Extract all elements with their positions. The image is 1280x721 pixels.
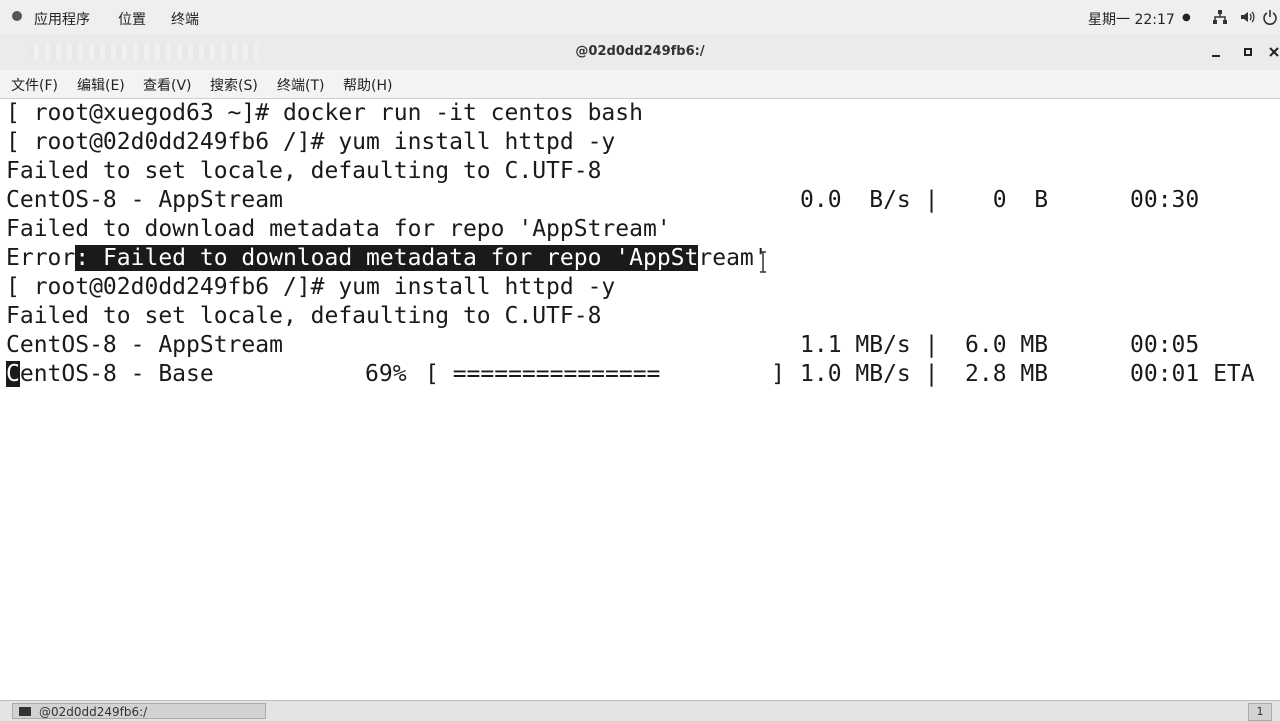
repo-time: 00:30 <box>1130 187 1200 213</box>
repo-size-2: 6.0 MB <box>965 332 1049 358</box>
status-dot: ● <box>1182 12 1191 23</box>
terminal-menu-bar: 文件(F) 编辑(E) 查看(V) 搜索(S) 终端(T) 帮助(H) <box>0 70 1280 99</box>
power-icon[interactable] <box>1262 9 1278 25</box>
volume-icon[interactable] <box>1239 9 1255 25</box>
menu-search[interactable]: 搜索(S) <box>210 75 258 95</box>
repo-speed-3: 1.0 MB/s | <box>800 361 939 387</box>
repo-name-appstream: CentOS-8 - AppStream <box>6 187 283 213</box>
repo-speed: 0.0 B/s | <box>800 187 939 213</box>
terminal-line-error: Error: Failed to download metadata for r… <box>6 244 768 273</box>
repo-name-appstream-2: CentOS-8 - AppStream <box>6 332 283 358</box>
workspace-pager[interactable]: 1 <box>1248 703 1272 721</box>
repo-size-3: 2.8 MB <box>965 361 1049 387</box>
applications-icon[interactable] <box>12 11 22 21</box>
repo-name-base-rest: entOS-8 - Base <box>19 361 214 387</box>
window-title: @02d0dd249fb6:/ <box>575 44 705 59</box>
download-progress-bar: [ =============== ] <box>425 361 786 387</box>
terminal-icon <box>19 707 31 716</box>
selected-text[interactable]: : Failed to download metadata for repo '… <box>75 245 699 271</box>
terminal-line-locale2: Failed to set locale, defaulting to C.UT… <box>6 303 602 329</box>
terminal-line-cmd2: [ root@02d0dd249fb6 /]# yum install http… <box>6 129 616 155</box>
menu-terminal[interactable]: 终端(T) <box>277 75 324 95</box>
terminal-output[interactable]: [ root@xuegod63 ~]# docker run -it cento… <box>0 99 1280 700</box>
menu-help[interactable]: 帮助(H) <box>343 75 392 95</box>
maximize-button[interactable] <box>1240 44 1256 60</box>
terminal-line-locale: Failed to set locale, defaulting to C.UT… <box>6 158 602 184</box>
terminal-app-menu[interactable]: 终端 <box>171 9 199 29</box>
terminal-cursor: C <box>6 361 20 387</box>
menu-view[interactable]: 查看(V) <box>143 75 192 95</box>
system-top-bar: 应用程序 位置 终端 星期一 22:17 ● <box>0 0 1280 35</box>
terminal-line-fail: Failed to download metadata for repo 'Ap… <box>6 216 671 242</box>
repo-name-base: CentOS-8 - Base <box>6 360 214 389</box>
terminal-line-cmd3: [ root@02d0dd249fb6 /]# yum install http… <box>6 274 616 300</box>
minimize-button[interactable] <box>1208 44 1224 60</box>
text-ibeam-cursor-icon <box>760 251 766 273</box>
menu-file[interactable]: 文件(F) <box>11 75 58 95</box>
error-prefix: Error <box>6 245 76 271</box>
repo-size: 0 B <box>965 187 1049 213</box>
close-button[interactable] <box>1266 44 1280 60</box>
terminal-line-cmd1: [ root@xuegod63 ~]# docker run -it cento… <box>6 100 643 126</box>
repo-time-2: 00:05 <box>1130 332 1200 358</box>
repo-speed-2: 1.1 MB/s | <box>800 332 939 358</box>
taskbar-window-label: @02d0dd249fb6:/ <box>39 705 148 719</box>
taskbar-terminal-window[interactable]: @02d0dd249fb6:/ <box>12 703 266 719</box>
window-title-bar[interactable]: @02d0dd249fb6:/ <box>0 34 1280 71</box>
network-icon[interactable] <box>1212 9 1228 25</box>
places-menu[interactable]: 位置 <box>118 9 146 29</box>
clock[interactable]: 星期一 22:17 <box>1088 9 1175 29</box>
applications-menu[interactable]: 应用程序 <box>34 9 90 29</box>
repo-time-3: 00:01 ETA <box>1130 361 1255 387</box>
menu-edit[interactable]: 编辑(E) <box>77 75 125 95</box>
bottom-taskbar: @02d0dd249fb6:/ 1 <box>0 700 1280 721</box>
error-rest: ream' <box>698 245 768 271</box>
download-percent: 69% <box>365 361 407 387</box>
